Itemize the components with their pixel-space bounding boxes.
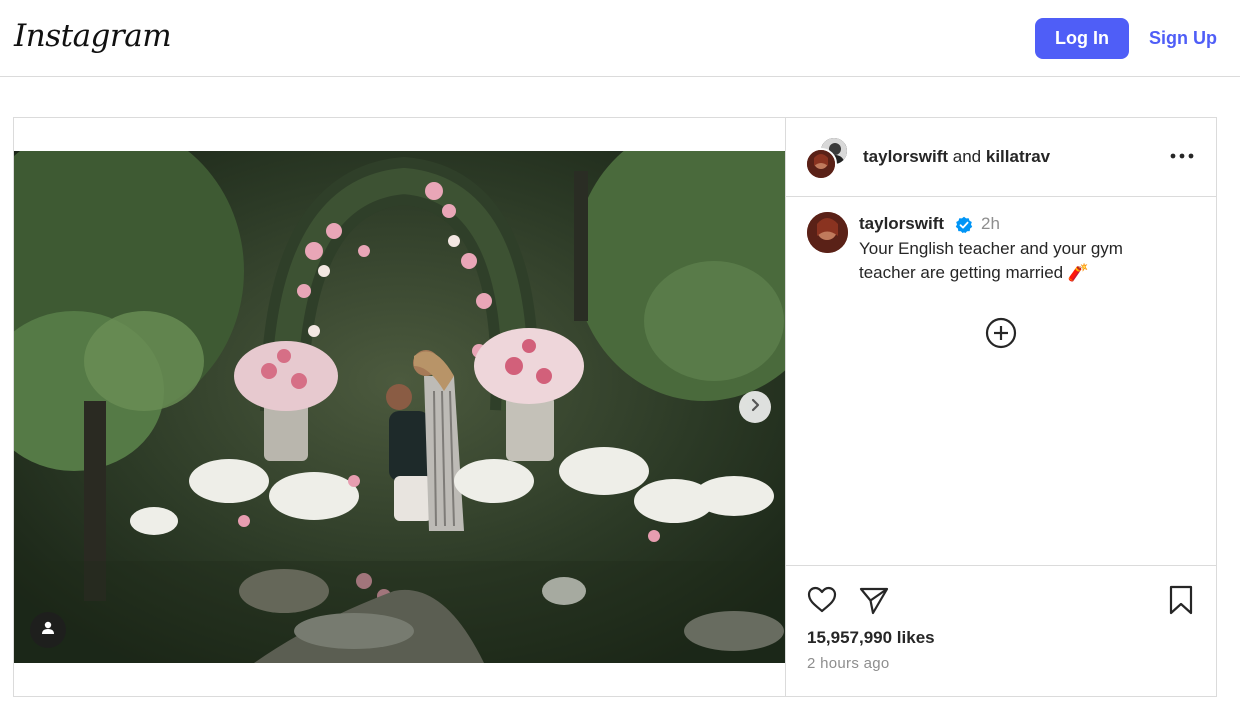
signup-link[interactable]: Sign Up [1149,28,1217,49]
collaborator-link[interactable]: killatrav [986,147,1050,166]
post-timestamp[interactable]: 2 hours ago [807,655,890,672]
share-button[interactable] [857,583,891,617]
more-options-button[interactable] [1168,144,1196,166]
instagram-logo[interactable]: Instagram [14,18,172,54]
chevron-right-icon [748,398,762,417]
post-media [14,118,785,696]
save-button[interactable] [1164,583,1198,617]
heart-icon [805,586,839,621]
author-link[interactable]: taylorswift [863,147,948,166]
caption-text: Your English teacher and your gym teache… [859,239,1123,282]
next-image-button[interactable] [739,391,771,423]
collab-avatars[interactable] [805,136,851,180]
load-comments-button[interactable] [985,317,1017,349]
top-navigation-bar: Instagram Log In Sign Up [0,0,1240,77]
post-sidebar: taylorswift and killatrav taylorswift 2h… [785,118,1217,696]
caption-time: 2h [981,214,1000,233]
likes-count[interactable]: 15,957,990 likes [807,628,935,648]
caption-username[interactable]: taylorswift [859,214,944,234]
verified-badge-icon [955,216,973,234]
avatar-taylorswift[interactable] [805,148,837,180]
plus-circle-icon [985,317,1017,353]
tagged-users-button[interactable] [30,612,66,648]
garden-proposal-photo [14,151,785,663]
authors-conjunction: and [952,147,982,166]
post-card: taylorswift and killatrav taylorswift 2h… [13,117,1217,697]
login-button[interactable]: Log In [1035,18,1129,59]
more-horizontal-icon [1170,146,1194,164]
post-actions: 15,957,990 likes 2 hours ago [786,565,1217,696]
send-icon [857,587,891,621]
caption-avatar[interactable] [807,212,848,253]
post-header: taylorswift and killatrav [786,118,1217,197]
user-tag-icon [40,620,56,641]
post-authors: taylorswift and killatrav [863,147,1050,167]
bookmark-icon [1164,585,1198,621]
like-button[interactable] [805,583,839,617]
post-photo[interactable] [14,151,785,663]
